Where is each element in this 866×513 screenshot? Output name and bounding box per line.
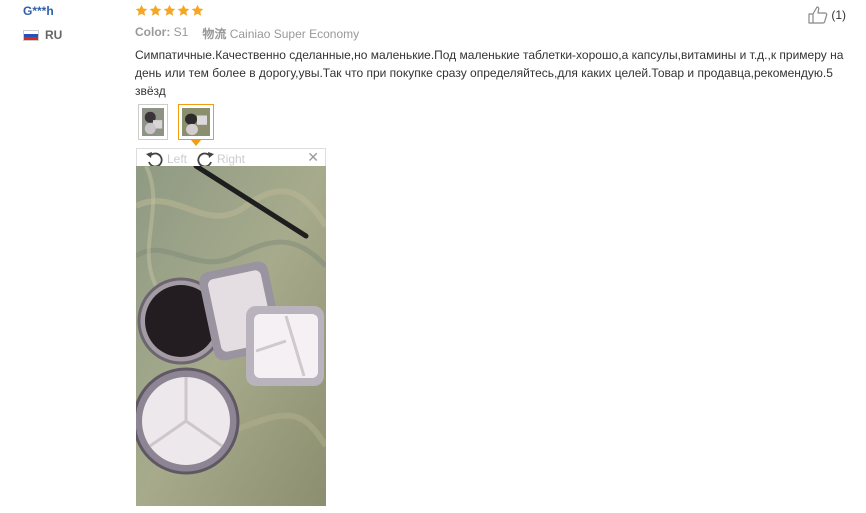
star-icon [177,4,190,16]
rotate-left-button[interactable]: Left [145,151,187,167]
close-icon[interactable]: ✕ [307,149,319,165]
reviewer-name: G***h [23,4,54,18]
active-thumbnail-pointer [191,140,201,146]
star-icon [149,4,162,16]
rating-stars [135,4,204,17]
country-code: RU [45,28,63,42]
logistics-value: Cainiao Super Economy [229,27,360,41]
photo-thumbnail-2[interactable] [178,104,214,140]
star-icon [135,4,148,16]
helpful-count: (1) [831,8,846,22]
color-value: S1 [173,25,189,39]
color-info: Color: S1 [135,25,188,42]
logistics-info: 物流 Cainiao Super Economy [202,25,359,42]
star-icon [191,4,204,16]
rotate-right-icon[interactable] [195,151,215,167]
rotate-right-button[interactable]: Right [195,151,245,167]
thumbs-up-icon[interactable] [808,6,828,24]
reviewer-country: RU [23,28,62,42]
helpful-button[interactable]: (1) [808,6,846,24]
star-icon [163,4,176,16]
photo-thumbnail-1[interactable] [138,104,168,140]
russia-flag-icon [23,29,39,41]
image-viewer-toolbar: Left Right ✕ [136,148,326,167]
close-button[interactable]: ✕ [307,149,319,166]
photo-thumbnail-image [182,108,210,136]
logistics-label: 物流 [202,27,227,41]
review-photo-large[interactable] [136,166,326,506]
order-info: Color: S1 物流 Cainiao Super Economy [135,25,359,42]
photo-thumbnail-image [142,108,164,136]
rotate-left-icon[interactable] [145,151,165,167]
rotate-left-label: Left [167,152,188,166]
color-label: Color: [135,25,171,39]
rotate-right-label: Right [217,152,246,166]
review-text: Симпатичные.Качественно сделанные,но мал… [135,48,844,98]
